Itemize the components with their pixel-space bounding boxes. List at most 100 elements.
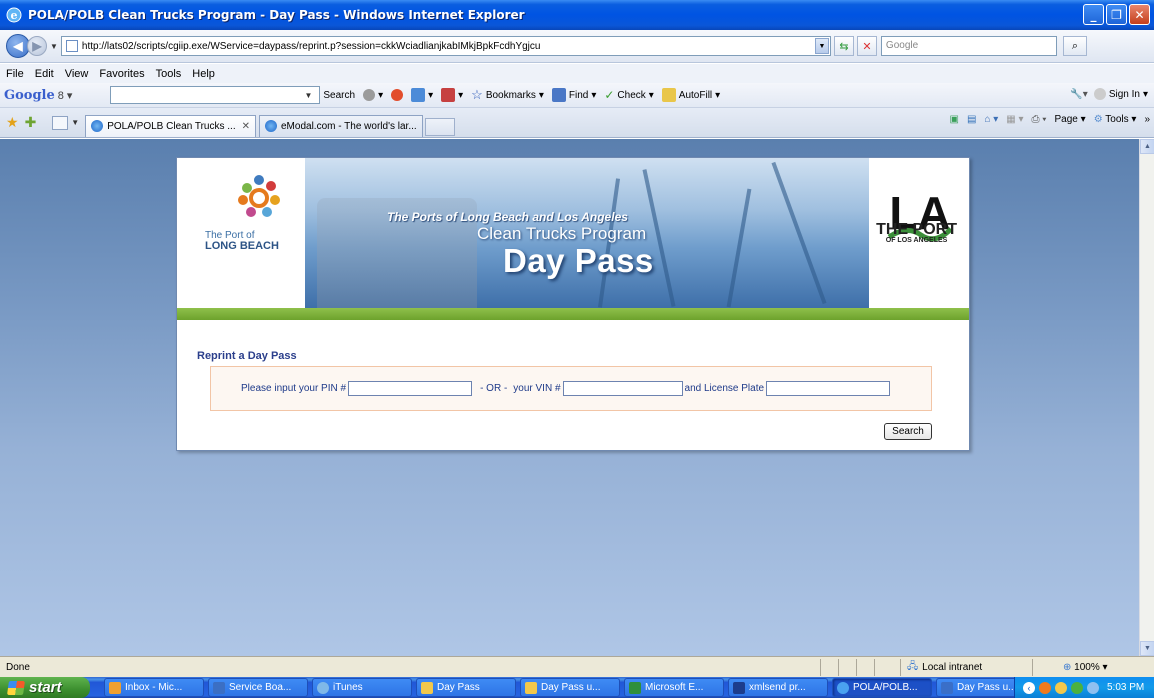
- vertical-scrollbar[interactable]: ▲ ▼: [1139, 139, 1154, 656]
- header-banner: The Port of LONG BEACH LA THE PORT OF LO…: [177, 158, 969, 308]
- spellcheck-icon[interactable]: [391, 89, 404, 101]
- intranet-icon: 🖧: [907, 660, 919, 672]
- feeds-icon[interactable]: ▣: [950, 114, 959, 125]
- plus-icon[interactable]: ▾: [411, 88, 433, 102]
- day-pass-panel: The Port of LONG BEACH LA THE PORT OF LO…: [176, 157, 970, 451]
- search-go-button[interactable]: ⌕: [1062, 36, 1087, 56]
- print-icon[interactable]: ⎙ ▾: [1032, 114, 1047, 125]
- wrench-icon[interactable]: 🔧▾: [1070, 89, 1087, 100]
- address-bar[interactable]: http://lats02/scripts/cgiip.exe/WService…: [60, 36, 831, 56]
- new-tab-button[interactable]: [424, 117, 455, 136]
- taskbar-item-day-pass-u-folder[interactable]: Day Pass u...: [520, 678, 620, 697]
- search-button[interactable]: Search: [884, 423, 932, 440]
- menu-file[interactable]: File: [6, 68, 24, 80]
- taskbar-item-excel[interactable]: Microsoft E...: [624, 678, 724, 697]
- read-mail-icon[interactable]: ▤: [967, 114, 976, 125]
- section-title: Reprint a Day Pass: [197, 350, 297, 362]
- minimize-button[interactable]: _: [1083, 4, 1104, 25]
- popup-blocker-icon[interactable]: ▾: [441, 88, 463, 102]
- favorites-star-icon[interactable]: ★: [6, 114, 19, 131]
- taskbar-item-day-pass-folder[interactable]: Day Pass: [416, 678, 516, 697]
- check-button[interactable]: ✓ Check ▾: [604, 88, 653, 102]
- restore-button[interactable]: ❐: [1106, 4, 1127, 25]
- refresh-button[interactable]: ⇆: [833, 36, 854, 56]
- taskbar-item-xmlsend[interactable]: xmlsend pr...: [728, 678, 828, 697]
- google-plus-dropdown[interactable]: 8 ▾: [58, 89, 73, 102]
- menu-favorites[interactable]: Favorites: [99, 68, 144, 80]
- page-menu-label: Page: [1054, 114, 1078, 125]
- taskbar-item-inbox[interactable]: Inbox - Mic...: [104, 678, 204, 697]
- google-search-dropdown-icon[interactable]: ▼: [304, 91, 312, 100]
- stop-icon: ✕: [862, 40, 872, 53]
- tab-label: eModal.com - The world's lar...: [281, 120, 417, 132]
- start-button[interactable]: start: [0, 677, 90, 698]
- long-beach-text: The Port of LONG BEACH: [205, 230, 279, 252]
- tray-expand-icon[interactable]: ‹: [1023, 681, 1035, 694]
- forward-button[interactable]: ▶: [27, 36, 47, 56]
- menu-view[interactable]: View: [65, 68, 89, 80]
- pin-input[interactable]: [348, 381, 473, 396]
- pagerank-icon[interactable]: ▾: [363, 89, 383, 101]
- status-segment: [820, 658, 838, 676]
- find-button[interactable]: Find ▾: [551, 88, 596, 102]
- taskbar-item-label: POLA/POLB...: [853, 682, 918, 693]
- tab-list-dropdown-icon[interactable]: ▼: [71, 118, 79, 127]
- zoom-control[interactable]: ⊕ 100% ▾: [1032, 658, 1108, 676]
- taskbar-item-service-board[interactable]: Service Boa...: [208, 678, 308, 697]
- stop-button[interactable]: ✕: [856, 36, 877, 56]
- close-button[interactable]: ✕: [1129, 4, 1150, 25]
- taskbar-item-label: Day Pass u...: [957, 682, 1017, 693]
- status-bar: Done 🖧 Local intranet ⊕ 100% ▾: [0, 656, 1154, 677]
- google-search-label: Search: [323, 89, 356, 101]
- menu-tools[interactable]: Tools: [156, 68, 182, 80]
- chevron-more-icon[interactable]: »: [1144, 114, 1150, 125]
- ie-icon: [837, 681, 849, 694]
- vin-label: your VIN #: [513, 383, 561, 394]
- page-menu-button[interactable]: Page ▾: [1055, 114, 1086, 125]
- tray-shield-icon[interactable]: [1055, 681, 1067, 694]
- sign-in-button[interactable]: Sign In ▾: [1093, 88, 1148, 100]
- vin-input[interactable]: [562, 381, 683, 396]
- window-title-bar[interactable]: e POLA/POLB Clean Trucks Program - Day P…: [0, 0, 1154, 30]
- tray-app-icon[interactable]: [1039, 681, 1051, 694]
- quick-tabs-button[interactable]: [52, 115, 69, 130]
- scroll-up-icon[interactable]: ▲: [1140, 139, 1154, 154]
- banner-subtitle: The Ports of Long Beach and Los Angeles: [387, 210, 628, 224]
- window-title: POLA/POLB Clean Trucks Program - Day Pas…: [28, 8, 525, 22]
- home-icon[interactable]: ⌂ ▾: [984, 114, 998, 125]
- google-toolbar: Google 8 ▾ ▼ Search ▾ ▾ ▾ ☆ Bookmarks ▾ Fi…: [0, 83, 1154, 108]
- clock[interactable]: 5:03 PM: [1107, 682, 1144, 693]
- ie-logo-icon: e: [6, 7, 22, 23]
- tab-emodal[interactable]: eModal.com - The world's lar...: [259, 114, 423, 137]
- document-icon: [941, 681, 953, 694]
- bookmarks-button[interactable]: ☆ Bookmarks ▾: [471, 87, 544, 103]
- tray-network-icon[interactable]: [1071, 681, 1083, 694]
- security-zone[interactable]: 🖧 Local intranet: [900, 658, 1020, 676]
- google-search-button[interactable]: Search: [323, 90, 355, 101]
- taskbar-item-itunes[interactable]: iTunes: [312, 678, 412, 697]
- scroll-down-icon[interactable]: ▼: [1140, 641, 1154, 656]
- tab-close-icon[interactable]: ✕: [242, 121, 250, 132]
- taskbar-item-pola-polb[interactable]: POLA/POLB...: [832, 678, 932, 697]
- history-dropdown-icon[interactable]: ▼: [50, 42, 58, 51]
- rss-icon[interactable]: ▦ ▾: [1006, 114, 1023, 125]
- license-plate-input[interactable]: [766, 381, 891, 396]
- google-search-input[interactable]: [110, 86, 321, 104]
- tab-pola-polb[interactable]: POLA/POLB Clean Trucks ... ✕: [85, 114, 256, 137]
- tray-volume-icon[interactable]: [1087, 681, 1099, 694]
- add-favorites-icon[interactable]: ✚: [25, 114, 37, 131]
- port-of-la-logo: LA THE PORT OF LOS ANGELES: [869, 158, 969, 308]
- long-beach-emblem-icon: [238, 175, 280, 217]
- forward-arrow-icon: ▶: [32, 39, 42, 53]
- menu-edit[interactable]: Edit: [35, 68, 54, 80]
- autofill-button[interactable]: AutoFill ▾: [661, 88, 720, 102]
- app-icon: [213, 681, 225, 694]
- menu-help[interactable]: Help: [192, 68, 215, 80]
- address-dropdown-button[interactable]: ▼: [814, 38, 829, 54]
- port-of-la-text: THE PORT OF LOS ANGELES: [876, 222, 957, 245]
- address-url[interactable]: http://lats02/scripts/cgiip.exe/WService…: [82, 41, 815, 52]
- live-search-input[interactable]: Google: [880, 36, 1057, 56]
- taskbar-item-label: Day Pass: [437, 682, 480, 693]
- taskbar-item-label: Day Pass u...: [541, 682, 601, 693]
- tools-menu-button[interactable]: ⚙ Tools ▾: [1094, 114, 1137, 125]
